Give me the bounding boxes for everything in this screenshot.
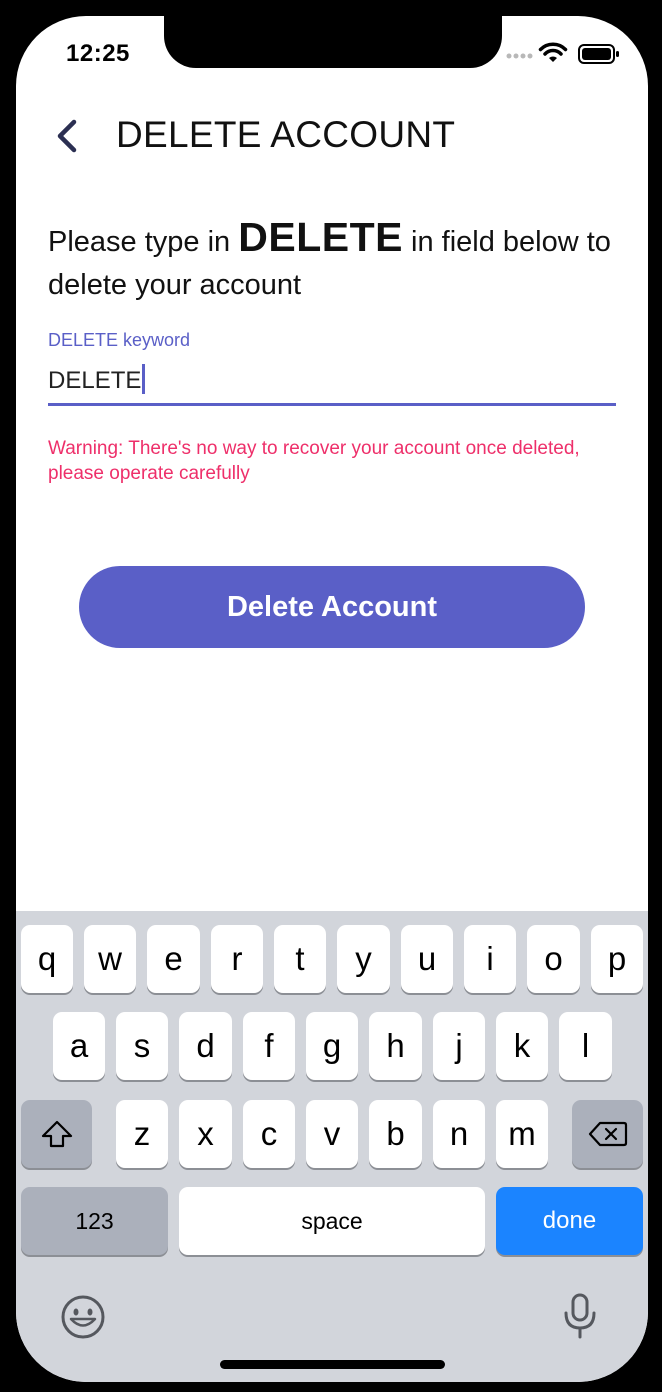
key-t[interactable]: t (274, 925, 326, 993)
battery-icon (578, 44, 619, 64)
instruction-text: Please type in DELETE in field below to … (48, 216, 628, 307)
key-q[interactable]: q (21, 925, 73, 993)
status-time: 12:25 (66, 40, 130, 67)
backspace-icon (588, 1121, 627, 1147)
shift-icon (41, 1120, 72, 1148)
delete-keyword-value: DELETE (48, 364, 146, 395)
key-d[interactable]: d (179, 1012, 232, 1080)
input-text: DELETE (48, 367, 142, 394)
done-key[interactable]: done (496, 1187, 643, 1255)
key-y[interactable]: y (337, 925, 390, 993)
delete-keyword-label: DELETE keyword (48, 330, 191, 350)
numbers-key[interactable]: 123 (21, 1187, 168, 1255)
key-r[interactable]: r (211, 925, 263, 993)
chevron-left-icon (57, 119, 77, 153)
key-s[interactable]: s (116, 1012, 168, 1080)
key-h[interactable]: h (369, 1012, 422, 1080)
microphone-icon[interactable] (562, 1292, 598, 1340)
shift-key[interactable] (21, 1100, 92, 1168)
home-indicator[interactable] (220, 1360, 445, 1369)
key-e[interactable]: e (147, 925, 200, 993)
space-key[interactable]: space (179, 1187, 485, 1255)
key-o[interactable]: o (527, 925, 580, 993)
app-header: DELETE ACCOUNT (16, 104, 648, 164)
key-n[interactable]: n (433, 1100, 485, 1168)
key-c[interactable]: c (243, 1100, 295, 1168)
key-g[interactable]: g (306, 1012, 358, 1080)
key-w[interactable]: w (84, 925, 136, 993)
key-v[interactable]: v (306, 1100, 358, 1168)
text-caret (142, 364, 146, 394)
backspace-key[interactable] (572, 1100, 643, 1168)
instruction-keyword: DELETE (238, 214, 403, 260)
page-title: DELETE ACCOUNT (116, 114, 456, 155)
device-notch (164, 16, 502, 68)
device-frame: 12:25 DELETE ACCOUNT Please type in DELE… (0, 0, 662, 1392)
delete-account-button[interactable]: Delete Account (79, 566, 585, 648)
key-b[interactable]: b (369, 1100, 422, 1168)
key-f[interactable]: f (243, 1012, 295, 1080)
delete-keyword-input[interactable]: DELETE (48, 360, 616, 406)
key-k[interactable]: k (496, 1012, 548, 1080)
key-l[interactable]: l (559, 1012, 612, 1080)
signal-icon (506, 53, 533, 59)
on-screen-keyboard: q w e r t y u i o p a s d f g h j k l z … (16, 911, 648, 1382)
key-i[interactable]: i (464, 925, 516, 993)
key-j[interactable]: j (433, 1012, 485, 1080)
instruction-prefix: Please type in (48, 226, 239, 258)
app-screen: 12:25 DELETE ACCOUNT Please type in DELE… (16, 16, 648, 1382)
key-p[interactable]: p (591, 925, 643, 993)
emoji-icon[interactable] (60, 1294, 106, 1340)
warning-message: Warning: There's no way to recover your … (48, 438, 580, 484)
key-z[interactable]: z (116, 1100, 168, 1168)
key-m[interactable]: m (496, 1100, 548, 1168)
key-a[interactable]: a (53, 1012, 105, 1080)
back-button[interactable] (46, 110, 90, 162)
key-x[interactable]: x (179, 1100, 232, 1168)
wifi-icon (538, 42, 568, 62)
key-u[interactable]: u (401, 925, 453, 993)
